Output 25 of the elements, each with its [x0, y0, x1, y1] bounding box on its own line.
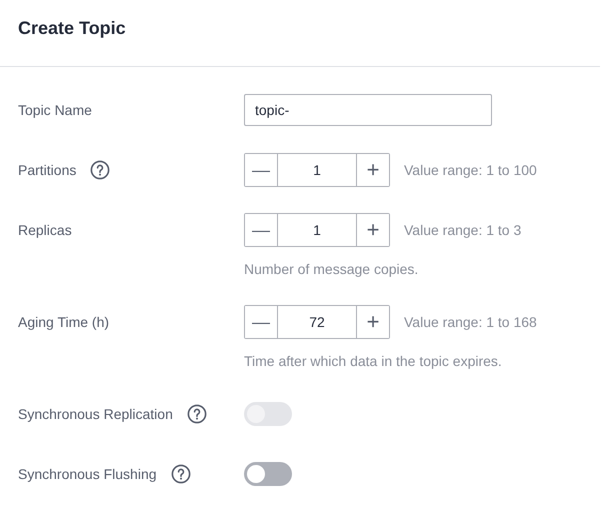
increment-button[interactable]: +: [356, 214, 389, 246]
decrement-button[interactable]: —: [245, 306, 278, 338]
field-hint: Number of message copies.: [244, 260, 420, 279]
number-stepper[interactable]: — 1 +: [244, 213, 390, 247]
decrement-button[interactable]: —: [245, 154, 278, 186]
help-icon[interactable]: [90, 160, 110, 180]
topic-name-field[interactable]: topic-: [244, 94, 492, 126]
number-stepper[interactable]: — 72 +: [244, 305, 390, 339]
range-text: Value range: 1 to 100: [404, 162, 537, 178]
range-text: Value range: 1 to 3: [404, 222, 522, 238]
help-icon[interactable]: [170, 464, 191, 484]
decrement-button[interactable]: —: [245, 214, 278, 246]
toggle-switch[interactable]: [244, 462, 292, 486]
increment-button[interactable]: +: [356, 154, 389, 186]
field-label: Aging Time (h): [18, 314, 110, 330]
field-label: Replicas: [18, 222, 72, 238]
dialog-title: Create Topic: [18, 17, 127, 40]
field-hint: Time after which data in the topic expires.: [244, 352, 503, 371]
increment-button[interactable]: +: [356, 306, 389, 338]
range-text: Value range: 1 to 168: [404, 314, 537, 330]
field-label: Topic Name: [18, 102, 92, 118]
field-label: Synchronous Flushing: [18, 466, 157, 482]
field-label: Synchronous Replication: [18, 406, 173, 422]
field-label: Partitions: [18, 162, 76, 178]
number-stepper[interactable]: — 1 +: [244, 153, 390, 187]
